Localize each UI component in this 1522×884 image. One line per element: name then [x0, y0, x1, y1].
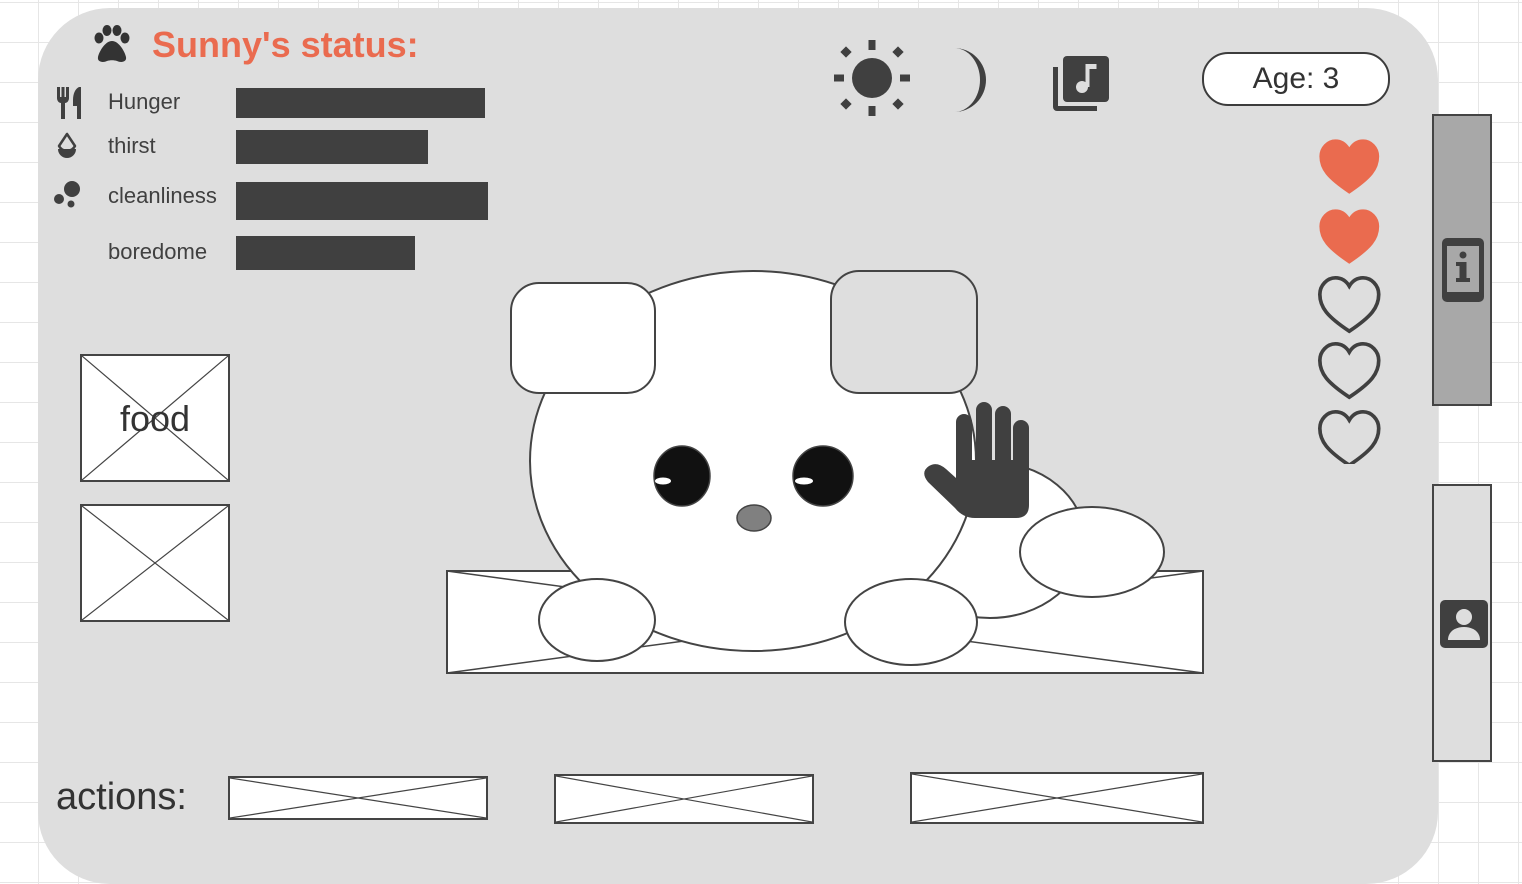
paw-icon	[94, 25, 130, 62]
heart-outline-icon	[1318, 275, 1381, 334]
actions-label: actions:	[56, 776, 187, 818]
contact-icon	[1440, 600, 1488, 648]
pet-scene[interactable]	[440, 262, 1210, 682]
stat-label-hunger: Hunger	[108, 89, 181, 114]
music-library-icon[interactable]	[1050, 54, 1110, 114]
profile-side-button[interactable]	[1432, 484, 1492, 762]
utensils-icon	[57, 87, 81, 119]
heart-filled-icon	[1319, 139, 1380, 194]
pet-right-eye	[792, 445, 854, 507]
pet-right-paw	[844, 578, 978, 666]
pet-left-ear	[510, 282, 656, 394]
page-title: Sunny's status:	[152, 24, 419, 65]
food-label: food	[119, 398, 191, 439]
info-icon	[1442, 238, 1484, 302]
heart-filled-icon	[1319, 209, 1380, 264]
food-item-box[interactable]: food	[80, 354, 230, 482]
stat-label-thirst: thirst	[108, 133, 156, 158]
stat-label-boredome: boredome	[108, 239, 208, 264]
pet-back-paw	[1019, 506, 1165, 598]
placeholder-cross	[912, 774, 1202, 822]
info-side-button[interactable]	[1432, 114, 1492, 406]
bubbles-icon	[54, 181, 80, 208]
pet-left-paw	[538, 578, 656, 662]
action-slot-1[interactable]	[228, 776, 488, 820]
item-box-2[interactable]	[80, 504, 230, 622]
heart-outline-icon	[1318, 409, 1381, 464]
heart-outline-icon	[1318, 341, 1381, 400]
moon-icon[interactable]	[946, 46, 1004, 114]
action-slot-2[interactable]	[554, 774, 814, 824]
sun-icon[interactable]	[832, 38, 912, 118]
placeholder-cross	[230, 778, 486, 818]
lives-column	[1318, 139, 1381, 464]
hunger-bar	[236, 88, 485, 118]
pet-right-ear	[830, 270, 978, 394]
thirst-bar	[236, 130, 428, 164]
cleanliness-bar	[236, 182, 488, 220]
boredome-bar	[236, 236, 415, 270]
water-drop-icon	[57, 132, 77, 158]
placeholder-cross	[82, 506, 228, 620]
age-badge: Age: 3	[1202, 52, 1390, 106]
pet-nose	[736, 504, 772, 532]
action-slot-3[interactable]	[910, 772, 1204, 824]
stat-label-cleanliness: cleanliness	[108, 183, 217, 208]
placeholder-cross	[556, 776, 812, 822]
pet-left-eye	[653, 445, 711, 507]
